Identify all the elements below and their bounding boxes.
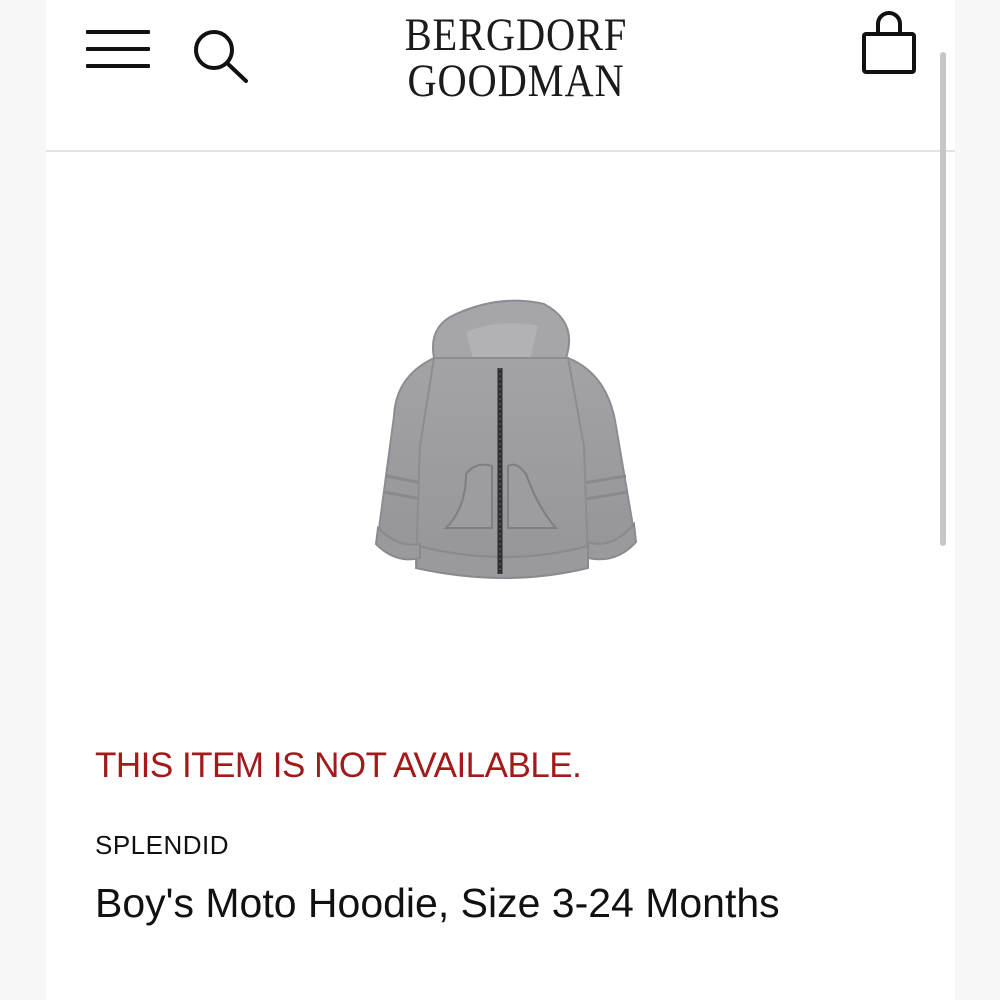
- availability-status: THIS ITEM IS NOT AVAILABLE.: [95, 746, 582, 785]
- search-icon[interactable]: [192, 26, 254, 86]
- page: BERGDORF GOODMAN THIS ITEM IS NOT AVAILA…: [0, 0, 1000, 1000]
- left-margin: [0, 0, 46, 1000]
- product-image[interactable]: [316, 296, 686, 596]
- shopping-bag-icon[interactable]: [860, 10, 918, 76]
- logo-line-2: GOODMAN: [407, 55, 625, 107]
- logo-line-1: BERGDORF: [404, 9, 628, 61]
- product-brand[interactable]: SPLENDID: [95, 830, 229, 861]
- main-content: BERGDORF GOODMAN THIS ITEM IS NOT AVAILA…: [46, 0, 955, 1000]
- gray-zip-hoodie-image: [374, 299, 638, 579]
- bergdorf-goodman-logo[interactable]: BERGDORF GOODMAN: [370, 9, 662, 107]
- scrollbar[interactable]: [940, 52, 946, 546]
- site-header: BERGDORF GOODMAN: [46, 0, 955, 152]
- hamburger-menu-icon[interactable]: [86, 30, 152, 70]
- product-name: Boy's Moto Hoodie, Size 3-24 Months: [95, 880, 780, 926]
- right-margin: [955, 0, 1000, 1000]
